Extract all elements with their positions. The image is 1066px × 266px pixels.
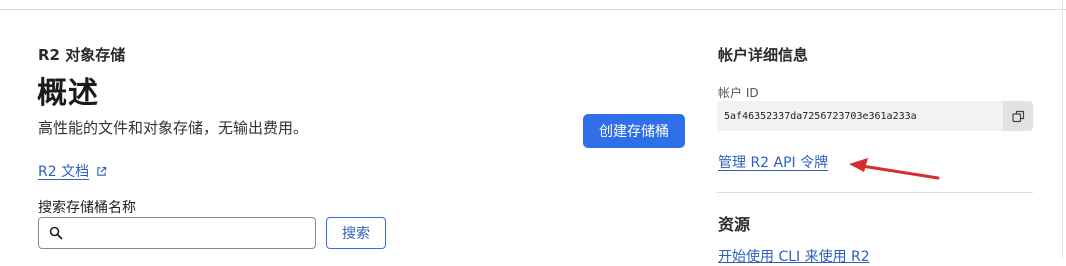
account-id-value[interactable]: 5af46352337da7256723703e361a233a [724,111,1003,122]
r2-docs-link-label: R2 文档 [38,164,90,180]
page-title: 概述 [37,76,99,111]
resources-heading: 资源 [718,215,751,234]
section-divider [717,192,1033,193]
copy-button[interactable] [1003,101,1033,131]
external-link-icon [97,166,107,176]
top-border [0,0,1066,10]
account-id-label: 帐户 ID [718,86,759,100]
copy-icon [1011,110,1024,122]
red-arrow-icon [849,158,940,180]
search-icon [49,226,63,240]
search-input[interactable] [69,219,315,247]
manage-r2-api-tokens-link[interactable]: 管理 R2 API 令牌 [718,152,828,172]
cli-getting-started-link[interactable]: 开始使用 CLI 来使用 R2 [718,246,870,266]
search-field[interactable] [38,217,316,249]
section-label: R2 对象存储 [38,46,126,64]
create-bucket-button[interactable]: 创建存储桶 [583,114,685,148]
account-details-heading: 帐户详细信息 [718,46,809,64]
search-label: 搜索存储桶名称 [38,200,136,216]
page-subtitle: 高性能的文件和对象存储，无输出费用。 [38,119,309,137]
account-id-field: 5af46352337da7256723703e361a233a [717,101,1033,131]
search-button[interactable]: 搜索 [326,217,386,249]
r2-docs-link[interactable]: R2 文档 [38,161,107,181]
page-edge [1062,0,1063,258]
